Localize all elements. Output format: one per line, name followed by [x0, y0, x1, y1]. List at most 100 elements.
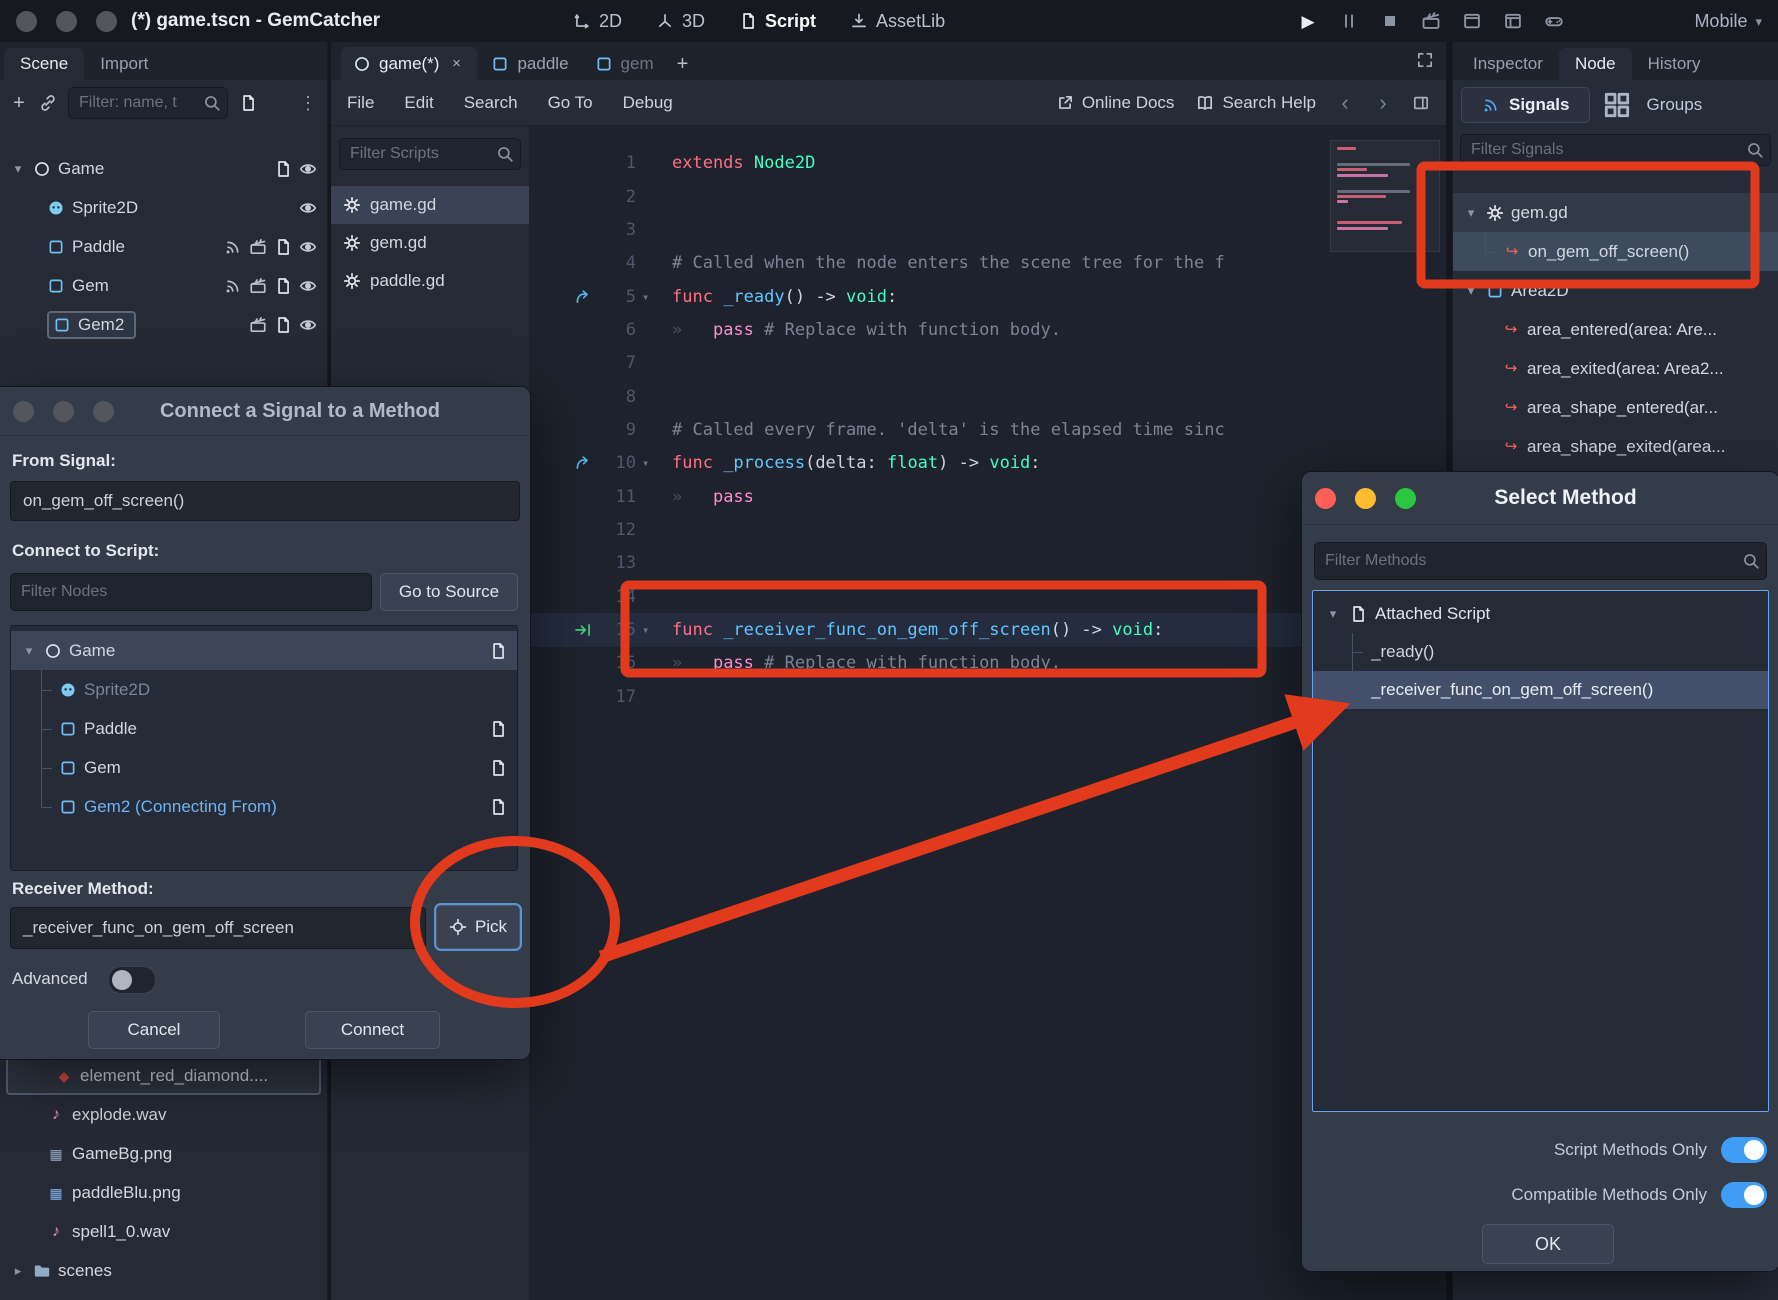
scene-tab-game[interactable]: game(*)× — [341, 47, 477, 80]
menu-search[interactable]: Search — [464, 93, 518, 113]
connect-tree-row[interactable]: Paddle — [11, 709, 517, 748]
scene-tree-row[interactable]: Gem — [0, 266, 327, 305]
code-line[interactable]: 2 — [530, 180, 1320, 213]
signal-row[interactable]: ↪on_gem_off_screen() — [1453, 232, 1778, 271]
code-line[interactable]: 1extends Node2D — [530, 147, 1320, 180]
code-line[interactable]: 8 — [530, 380, 1320, 413]
file-row[interactable]: ▦GameBg.png — [0, 1134, 327, 1173]
signal-row[interactable]: ▾gem.gd — [1453, 193, 1778, 232]
movie-maker-button[interactable] — [1421, 11, 1441, 31]
dock-tab-history[interactable]: History — [1632, 48, 1717, 80]
stop-button[interactable] — [1380, 11, 1400, 31]
method-row[interactable]: ▾Attached Script — [1313, 595, 1768, 633]
file-row[interactable]: ♪explode.wav — [0, 1095, 327, 1134]
signal-row[interactable]: ▾Area2D — [1453, 271, 1778, 310]
method-row[interactable]: _receiver_func_on_gem_off_screen() — [1313, 671, 1768, 709]
minimize-window-icon[interactable] — [53, 401, 74, 422]
signal-row[interactable]: ↪area_entered(area: Are... — [1453, 310, 1778, 349]
fold-arrow-icon[interactable]: ▾ — [642, 623, 649, 637]
connect-tree-row[interactable]: ▾Game — [11, 631, 517, 670]
profile-dropdown[interactable]: Mobile ▾ — [1694, 0, 1762, 42]
code-line[interactable]: 3 — [530, 213, 1320, 246]
group-icon[interactable] — [249, 238, 267, 256]
signal-row[interactable]: ↪area_shape_entered(ar... — [1453, 388, 1778, 427]
fold-arrow-icon[interactable]: ▾ — [642, 290, 649, 304]
scene-tree-row[interactable]: Sprite2D — [0, 188, 327, 227]
code-line[interactable]: 11» pass — [530, 480, 1320, 513]
expand-arrow-icon[interactable]: ▾ — [21, 643, 37, 659]
filter-nodes-input[interactable] — [10, 573, 372, 611]
menu-file[interactable]: File — [347, 93, 374, 113]
add-node-icon[interactable]: + — [10, 94, 28, 112]
menu-debug[interactable]: Debug — [623, 93, 673, 113]
visibility-eye-icon[interactable] — [299, 277, 317, 295]
code-line[interactable]: 13 — [530, 547, 1320, 580]
code-line[interactable]: 4# Called when the node enters the scene… — [530, 247, 1320, 280]
scene-tree-row[interactable]: ▾Game — [0, 149, 327, 188]
code-line[interactable]: 10▾func _process(delta: float) -> void: — [530, 447, 1320, 480]
code-line[interactable]: 17 — [530, 680, 1320, 713]
script-list-item[interactable]: gem.gd — [331, 224, 529, 262]
pause-button[interactable] — [1339, 11, 1359, 31]
menu-edit[interactable]: Edit — [404, 93, 433, 113]
signals-filter-input[interactable] — [1460, 134, 1771, 166]
fold-arrow-icon[interactable]: ▾ — [642, 456, 649, 470]
close-window-icon[interactable] — [16, 11, 37, 32]
code-line[interactable]: 6» pass # Replace with function body. — [530, 313, 1320, 346]
connect-button[interactable]: Connect — [305, 1011, 440, 1049]
workspace-tab-assetlib[interactable]: AssetLib — [850, 11, 945, 32]
gamepad-icon[interactable] — [1544, 11, 1564, 31]
layout-icon[interactable] — [1503, 11, 1523, 31]
code-line[interactable]: 16» pass # Replace with function body. — [530, 647, 1320, 680]
minimize-window-icon[interactable] — [56, 11, 77, 32]
connections-grid-button[interactable] — [1602, 90, 1632, 120]
visibility-eye-icon[interactable] — [299, 238, 317, 256]
close-icon[interactable]: × — [447, 55, 465, 73]
split-panel-icon[interactable] — [1412, 94, 1430, 112]
expand-arrow-icon[interactable]: ▾ — [10, 161, 26, 177]
connect-tree-row[interactable]: Gem — [11, 748, 517, 787]
play-button[interactable]: ▶ — [1298, 11, 1318, 31]
new-scene-tab-button[interactable]: + — [668, 47, 698, 80]
filter-methods-input[interactable] — [1314, 542, 1767, 580]
code-line[interactable]: 12 — [530, 513, 1320, 546]
history-back-icon[interactable]: ‹ — [1336, 94, 1354, 112]
scene-tab-gem[interactable]: gem — [583, 47, 666, 80]
connect-tree-row[interactable]: Sprite2D — [11, 670, 517, 709]
signal-row[interactable]: ↪area_exited(area: Area2... — [1453, 349, 1778, 388]
file-row[interactable]: ▸scenes — [0, 1251, 327, 1290]
pick-button[interactable]: Pick — [436, 905, 520, 949]
distraction-free-icon[interactable] — [1416, 51, 1434, 69]
scene-tab-paddle[interactable]: paddle — [479, 47, 580, 80]
code-line[interactable]: 15▾func _receiver_func_on_gem_off_screen… — [530, 613, 1320, 646]
close-window-icon[interactable] — [13, 401, 34, 422]
ok-button[interactable]: OK — [1482, 1224, 1614, 1264]
signals-tab-button[interactable]: Signals — [1461, 87, 1590, 123]
cancel-button[interactable]: Cancel — [88, 1011, 220, 1049]
script-icon[interactable] — [274, 238, 292, 256]
script-list-item[interactable]: paddle.gd — [331, 262, 529, 300]
script-methods-only-toggle[interactable] — [1721, 1137, 1767, 1163]
code-line[interactable]: 9# Called every frame. 'delta' is the el… — [530, 413, 1320, 446]
script-icon[interactable] — [274, 277, 292, 295]
signal-connection-icon[interactable] — [224, 238, 242, 256]
expand-arrow-icon[interactable]: ▾ — [1325, 606, 1341, 622]
expand-arrow-icon[interactable]: ▾ — [1463, 205, 1479, 221]
connect-tree-row[interactable]: Gem2 (Connecting From) — [11, 787, 517, 826]
scene-tree-row[interactable]: Paddle — [0, 227, 327, 266]
window-controls[interactable] — [0, 11, 117, 32]
select-method-titlebar[interactable]: Select Method — [1302, 472, 1778, 525]
go-to-source-button[interactable]: Go to Source — [380, 573, 518, 611]
workspace-tab-3d[interactable]: 3D — [656, 11, 705, 32]
file-row[interactable]: ▦paddleBlu.png — [0, 1173, 327, 1212]
signal-row[interactable]: ↪area_shape_exited(area... — [1453, 427, 1778, 466]
advanced-toggle[interactable] — [108, 966, 156, 994]
workspace-tab-2d[interactable]: 2D — [573, 11, 622, 32]
compatible-methods-only-toggle[interactable] — [1721, 1182, 1767, 1208]
code-line[interactable]: 7 — [530, 347, 1320, 380]
close-window-icon[interactable] — [1315, 488, 1336, 509]
history-forward-icon[interactable]: › — [1374, 94, 1392, 112]
visibility-eye-icon[interactable] — [299, 316, 317, 334]
expand-arrow-icon[interactable]: ▸ — [10, 1263, 26, 1279]
menu-go-to[interactable]: Go To — [548, 93, 593, 113]
